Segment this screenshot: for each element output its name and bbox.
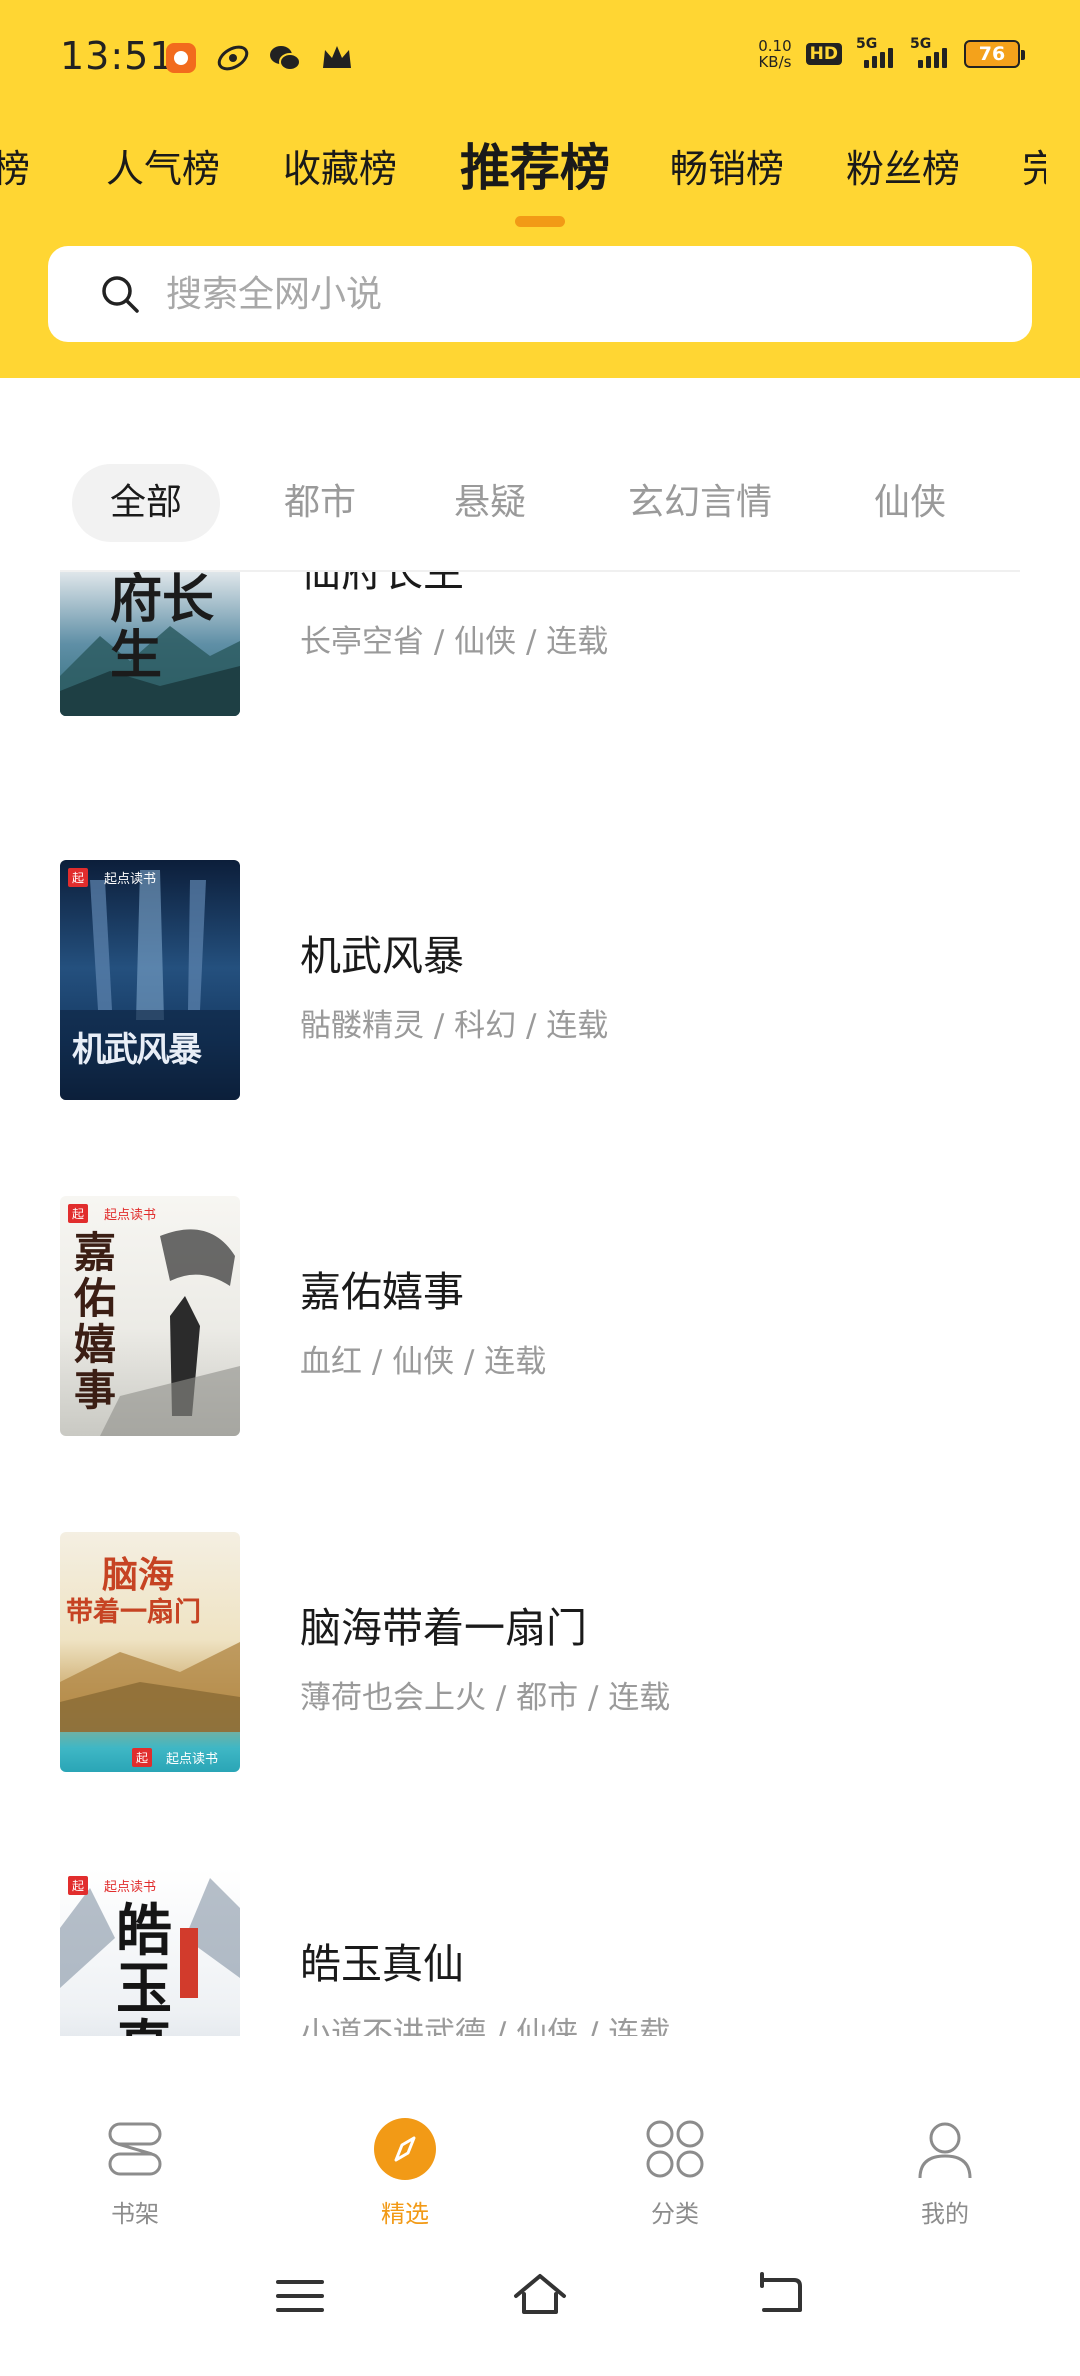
chip-mystery[interactable]: 悬疑 [430, 464, 550, 542]
list-item[interactable]: 起 起点读书 机武风暴 机武风暴 骷髅精灵 / 科幻 / 连载 [0, 860, 1080, 1100]
book-cover[interactable]: 起 起点读书 机武风暴 [60, 860, 240, 1100]
tab-fans[interactable]: 粉丝榜 [846, 138, 960, 193]
search-input[interactable] [166, 273, 966, 315]
status-time: 13:51 [60, 34, 175, 78]
chip-fantasy-romance[interactable]: 玄幻言情 [610, 464, 790, 542]
app-notification-icon [163, 40, 199, 76]
menu-icon[interactable] [270, 2266, 330, 2326]
nav-label: 书架 [111, 2200, 159, 2228]
book-cover[interactable]: 脑海 带着一扇门 起 起点读书 [60, 1532, 240, 1772]
cover-title-text: 府长生 [110, 572, 215, 686]
tab-recommended[interactable]: 推荐榜 [460, 128, 610, 200]
publisher-badge: 起 [68, 868, 89, 887]
header: 13:51 0.10 KB/s HD 5G 5G 76 榜 人气榜 收藏榜 推荐… [0, 0, 1080, 378]
signal-label: 5G [910, 36, 932, 52]
rank-tabs: 榜 人气榜 收藏榜 推荐榜 畅销榜 粉丝榜 完 [0, 128, 1080, 228]
publisher-label: 起点读书 [166, 1752, 219, 1767]
chip-xianxia[interactable]: 仙侠 [850, 464, 970, 542]
book-title[interactable]: 嘉佑嬉事 [300, 1258, 464, 1318]
cover-title-text: 皓玉真仙 [116, 1898, 172, 2036]
profile-icon [918, 2122, 972, 2179]
network-speed: 0.10 KB/s [758, 38, 791, 70]
publisher-badge: 起 [132, 1748, 153, 1767]
publisher-label: 起点读书 [104, 1208, 157, 1223]
book-meta: 血红 / 仙侠 / 连载 [300, 1344, 547, 1380]
back-icon[interactable] [750, 2266, 810, 2326]
book-cover[interactable]: 起 起点读书 嘉佑嬉事 [60, 1196, 240, 1436]
book-cover[interactable]: 府长生 [60, 572, 240, 716]
network-speed-value: 0.10 [758, 37, 792, 55]
home-icon[interactable] [510, 2266, 570, 2326]
tab-partial-left[interactable]: 榜 [0, 138, 30, 193]
battery-icon: 76 [964, 40, 1025, 68]
nav-label: 分类 [651, 2200, 699, 2228]
signal-icon: 5G [910, 36, 950, 68]
app-notification-icon [215, 40, 251, 76]
chip-all[interactable]: 全部 [72, 464, 220, 542]
status-bar: 13:51 0.10 KB/s HD 5G 5G 76 [0, 0, 1080, 118]
notification-icons [163, 40, 355, 76]
category-chips: 全部 都市 悬疑 玄幻言情 仙侠 [0, 464, 1080, 544]
list-item[interactable]: 脑海 带着一扇门 起 起点读书 脑海带着一扇门 薄荷也会上火 / 都市 / 连载 [0, 1532, 1080, 1772]
list-item[interactable]: 起 起点读书 皓玉真仙 皓玉真仙 小道不讲武德 / 仙侠 / 连载 [0, 1868, 1080, 2036]
book-meta: 长亭空省 / 仙侠 / 连载 [300, 624, 609, 660]
book-title[interactable]: 机武风暴 [300, 922, 464, 982]
book-meta: 薄荷也会上火 / 都市 / 连载 [300, 1680, 671, 1716]
nav-bookshelf[interactable]: 书架 [65, 2116, 205, 2229]
tab-partial-right[interactable]: 完 [1022, 138, 1046, 193]
search-icon [102, 276, 139, 313]
publisher-label: 起点读书 [104, 1880, 157, 1895]
book-cover[interactable]: 起 起点读书 皓玉真仙 [60, 1868, 240, 2036]
nav-profile[interactable]: 我的 [875, 2116, 1015, 2229]
nav-label: 我的 [921, 2200, 969, 2228]
book-title[interactable]: 脑海带着一扇门 [300, 1594, 587, 1654]
book-meta: 骷髅精灵 / 科幻 / 连载 [300, 1008, 609, 1044]
book-title[interactable]: 仙府长生 [300, 572, 464, 598]
publisher-badge: 起 [68, 1204, 89, 1223]
system-nav-bar [0, 2236, 1080, 2376]
list-item[interactable]: 府长生 仙府长生 长亭空省 / 仙侠 / 连载 [0, 572, 1080, 716]
book-meta: 小道不讲武德 / 仙侠 / 连载 [300, 2016, 671, 2036]
publisher-label: 起点读书 [104, 872, 157, 887]
nav-label: 精选 [381, 2200, 429, 2228]
hd-badge: HD [805, 43, 842, 65]
list-item[interactable]: 起 起点读书 嘉佑嬉事 嘉佑嬉事 血红 / 仙侠 / 连载 [0, 1196, 1080, 1436]
signal-label: 5G [856, 36, 878, 52]
signal-icon: 5G [856, 36, 896, 68]
cover-title-text: 机武风暴 [72, 1030, 202, 1070]
screen: 13:51 0.10 KB/s HD 5G 5G 76 榜 人气榜 收藏榜 推荐… [0, 0, 1080, 2376]
category-grid-icon [646, 2120, 704, 2178]
tab-popularity[interactable]: 人气榜 [106, 138, 220, 193]
cover-title-text: 嘉佑嬉事 [74, 1228, 117, 1415]
search-box[interactable] [48, 246, 1032, 342]
tab-bestseller[interactable]: 畅销榜 [670, 138, 784, 193]
status-indicators: 0.10 KB/s HD 5G 5G 76 [758, 36, 1025, 70]
bottom-nav: 书架 精选 分类 我的 [0, 2036, 1080, 2236]
publisher-badge: 起 [68, 1876, 89, 1895]
wechat-icon [267, 40, 303, 76]
cover-title-text: 带着一扇门 [66, 1597, 201, 1628]
nav-category[interactable]: 分类 [605, 2116, 745, 2229]
tab-favorites[interactable]: 收藏榜 [283, 138, 397, 193]
compass-icon [374, 2118, 436, 2180]
book-list[interactable]: 府长生 仙府长生 长亭空省 / 仙侠 / 连载 起 起点读书 机武风暴 机武风暴… [0, 572, 1080, 2036]
network-speed-unit: KB/s [758, 53, 792, 71]
chip-urban[interactable]: 都市 [260, 464, 380, 542]
nav-featured[interactable]: 精选 [335, 2116, 475, 2229]
bookshelf-icon [108, 2122, 162, 2176]
crown-icon [319, 40, 355, 76]
book-title[interactable]: 皓玉真仙 [300, 1930, 464, 1990]
active-tab-indicator [515, 216, 565, 227]
